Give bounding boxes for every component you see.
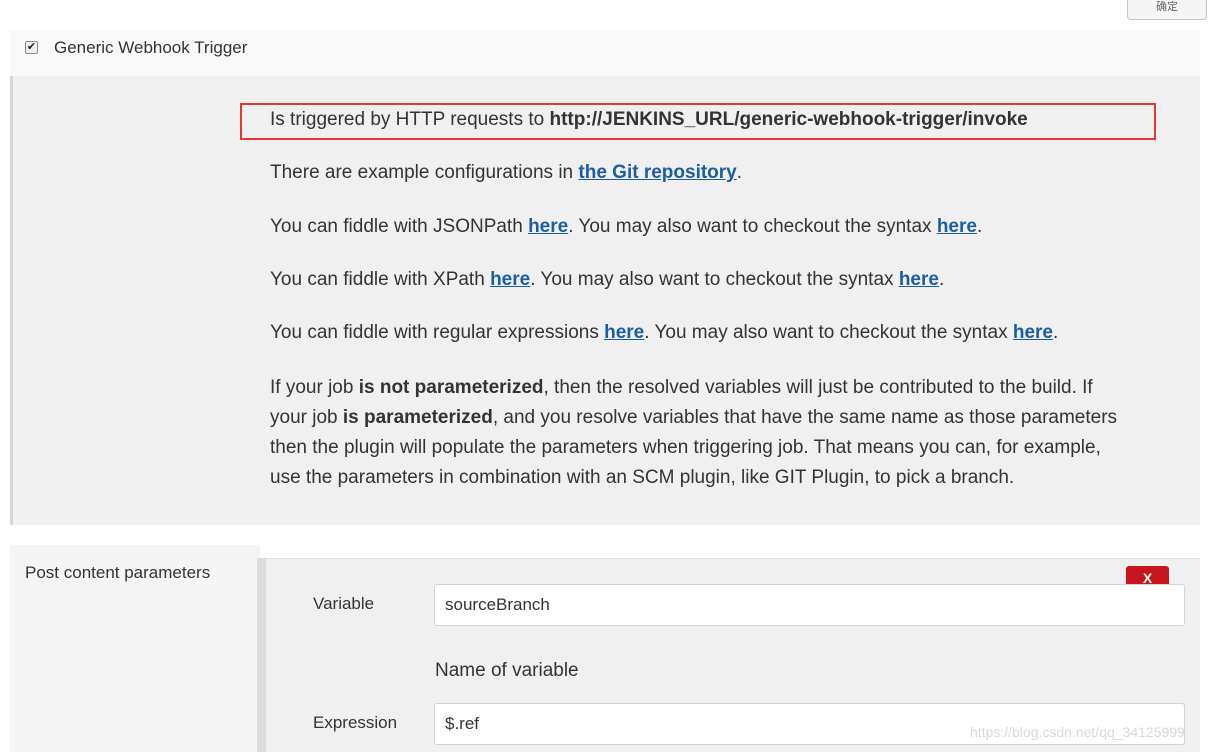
jsonpath-line: You can fiddle with JSONPath here. You m… — [270, 216, 982, 238]
watermark: https://blog.csdn.net/qq_34125999 — [970, 724, 1185, 740]
regex-suffix: . — [1053, 322, 1059, 343]
param-text: , and you resolve variables that have th… — [492, 407, 1118, 428]
xpath-middle: . You may also want to checkout the synt… — [530, 269, 899, 290]
jsonpath-suffix: . — [976, 216, 983, 237]
param-bold: is not parameterized — [358, 377, 544, 398]
examples-prefix: There are example configurations in — [270, 162, 579, 183]
xpath-fiddle-link[interactable]: here — [490, 269, 530, 290]
param-text: If your job — [270, 377, 359, 398]
repeatable-rail — [257, 558, 266, 752]
jsonpath-fiddle-link[interactable]: here — [528, 216, 568, 237]
param-text: , then the resolved variables will just … — [543, 377, 1093, 398]
regex-fiddle-link[interactable]: here — [604, 322, 644, 343]
trigger-url-line: Is triggered by HTTP requests to http://… — [270, 109, 1028, 131]
examples-suffix: . — [736, 162, 743, 183]
generic-webhook-trigger-checkbox[interactable]: ✔ — [25, 41, 38, 54]
xpath-line: You can fiddle with XPath here. You may … — [270, 269, 944, 291]
trigger-url-prefix: Is triggered by HTTP requests to — [270, 109, 550, 130]
param-line-1: If your job is not parameterized, then t… — [270, 373, 1200, 403]
jsonpath-prefix: You can fiddle with JSONPath — [270, 216, 529, 237]
examples-line: There are example configurations in the … — [270, 162, 742, 184]
regex-prefix: You can fiddle with regular expressions — [270, 322, 605, 343]
generic-webhook-trigger-label: Generic Webhook Trigger — [54, 38, 248, 57]
jsonpath-syntax-link[interactable]: here — [937, 216, 977, 237]
xpath-syntax-link[interactable]: here — [899, 269, 939, 290]
variable-input[interactable] — [434, 584, 1185, 626]
parameterization-paragraph: If your job is not parameterized, then t… — [270, 373, 1200, 493]
regex-line: You can fiddle with regular expressions … — [270, 322, 1058, 344]
trigger-url: http://JENKINS_URL/generic-webhook-trigg… — [549, 109, 1028, 130]
expression-label: Expression — [313, 713, 398, 732]
param-line-2: your job is parameterized, and you resol… — [270, 403, 1200, 433]
xpath-prefix: You can fiddle with XPath — [270, 269, 491, 290]
variable-help-text: Name of variable — [435, 660, 579, 681]
regex-middle: . You may also want to checkout the synt… — [644, 322, 1013, 343]
git-repository-link[interactable]: the Git repository — [578, 162, 736, 183]
param-line-4: use the parameters in combination with a… — [270, 467, 1015, 488]
variable-label: Variable — [313, 594, 375, 613]
param-text: your job — [270, 407, 343, 428]
param-bold: is parameterized — [342, 407, 493, 428]
xpath-suffix: . — [938, 269, 945, 290]
jsonpath-middle: . You may also want to checkout the synt… — [568, 216, 937, 237]
top-action-button[interactable]: 确定 — [1127, 0, 1207, 20]
post-content-parameters-label: Post content parameters — [25, 563, 211, 582]
param-line-3: then the plugin will populate the parame… — [270, 437, 1101, 458]
regex-syntax-link[interactable]: here — [1013, 322, 1053, 343]
